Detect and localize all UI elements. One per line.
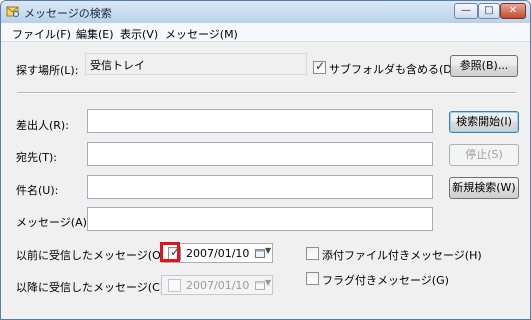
- find-message-window: メッセージの検索 — □ ✕ ファイル(F) 編集(E) 表示(V) メッセージ…: [0, 0, 531, 320]
- received-before-date: 2007/01/10: [186, 247, 250, 260]
- has-attachment-checkbox[interactable]: [306, 247, 319, 260]
- start-search-button-label: 検索開始(I): [456, 115, 512, 128]
- maximize-icon: □: [484, 5, 494, 16]
- search-location-value: 受信トレイ: [90, 59, 145, 72]
- received-after-checkbox[interactable]: [168, 279, 181, 292]
- menu-edit[interactable]: 編集(E): [76, 26, 114, 42]
- calendar-icon: [255, 281, 265, 290]
- highlight-box: [160, 242, 180, 262]
- checkmark-icon: ✓: [315, 59, 326, 73]
- search-location-field: 受信トレイ: [85, 53, 307, 75]
- stop-button[interactable]: 停止(S): [449, 144, 519, 166]
- menu-file[interactable]: ファイル(F): [12, 26, 71, 42]
- close-icon: ✕: [508, 5, 518, 16]
- start-search-button[interactable]: 検索開始(I): [449, 111, 519, 133]
- subject-label: 件名(U):: [16, 184, 59, 197]
- received-after-date-picker[interactable]: 2007/01/10 ▼: [161, 275, 273, 295]
- received-before-label: 以前に受信したメッセージ(O):: [16, 249, 169, 262]
- flagged-checkbox[interactable]: [306, 272, 319, 285]
- include-subfolders-label: サブフォルダも含める(D): [329, 63, 457, 76]
- from-input[interactable]: [87, 109, 433, 133]
- to-input[interactable]: [87, 142, 433, 166]
- browse-button[interactable]: 参照(B)...: [450, 55, 518, 77]
- received-after-date: 2007/01/10: [186, 279, 250, 292]
- chevron-down-icon[interactable]: ▼: [265, 278, 271, 287]
- has-attachment-label: 添付ファイル付きメッセージ(H): [322, 249, 482, 262]
- close-button[interactable]: ✕: [500, 3, 526, 19]
- browse-button-label: 参照(B)...: [459, 59, 509, 72]
- minimize-icon: —: [461, 5, 471, 16]
- find-message-app-icon: [6, 6, 19, 17]
- separator: [17, 92, 516, 94]
- menu-bar: ファイル(F) 編集(E) 表示(V) メッセージ(M): [1, 23, 530, 42]
- received-after-label: 以降に受信したメッセージ(C):: [16, 281, 168, 294]
- to-label: 宛先(T):: [16, 151, 58, 164]
- message-label: メッセージ(A):: [16, 216, 91, 229]
- message-input[interactable]: [87, 207, 433, 231]
- subject-input[interactable]: [87, 175, 433, 199]
- calendar-icon: [255, 249, 265, 258]
- stop-button-label: 停止(S): [465, 148, 503, 161]
- maximize-button[interactable]: □: [478, 3, 500, 19]
- new-search-button[interactable]: 新規検索(W): [449, 177, 519, 199]
- minimize-button[interactable]: —: [454, 3, 478, 19]
- menu-message[interactable]: メッセージ(M): [165, 26, 238, 42]
- from-label: 差出人(R):: [16, 119, 69, 132]
- title-bar[interactable]: メッセージの検索 — □ ✕: [1, 1, 530, 23]
- include-subfolders-checkbox[interactable]: ✓: [313, 59, 326, 74]
- chevron-down-icon[interactable]: ▼: [265, 246, 271, 255]
- menu-view[interactable]: 表示(V): [120, 26, 158, 42]
- search-location-label: 探す場所(L):: [16, 64, 79, 77]
- new-search-button-label: 新規検索(W): [452, 181, 516, 194]
- window-title: メッセージの検索: [24, 7, 112, 20]
- flagged-label: フラグ付きメッセージ(G): [322, 274, 449, 287]
